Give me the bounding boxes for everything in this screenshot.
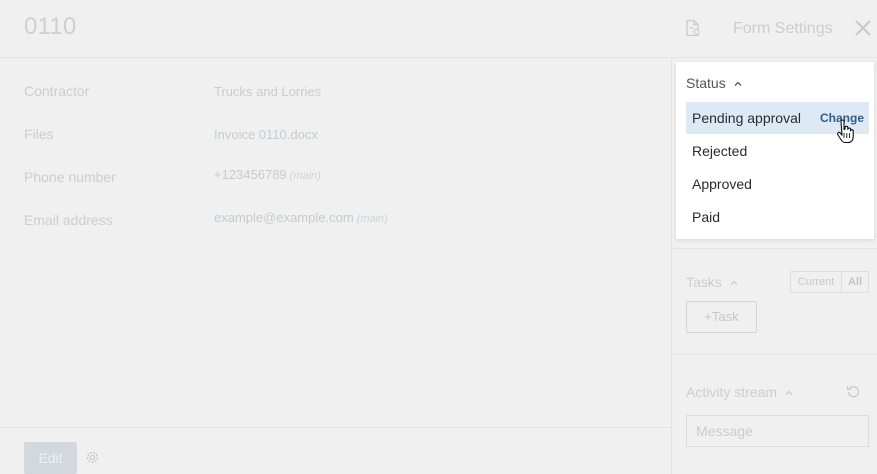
phone-main-tag: (main) — [289, 170, 321, 182]
activity-stream-label: Activity stream — [686, 384, 778, 400]
activity-stream-title[interactable]: Activity stream — [686, 384, 793, 400]
status-header-label: Status — [686, 75, 726, 91]
email-address[interactable]: example@example.com — [214, 210, 354, 225]
status-option-label: Pending approval — [692, 110, 801, 126]
file-link[interactable]: Invoice 0110.docx — [214, 127, 318, 142]
tasks-title[interactable]: Tasks — [686, 274, 738, 290]
close-icon[interactable] — [853, 18, 873, 38]
form-settings-link[interactable]: Form Settings — [733, 20, 833, 38]
hand-cursor-icon — [837, 119, 854, 144]
field-value-contractor: Trucks and Lorries — [214, 84, 322, 99]
tasks-title-label: Tasks — [686, 274, 722, 290]
gear-icon[interactable] — [85, 450, 100, 465]
field-label-phone: Phone number — [24, 169, 116, 185]
status-option-approved[interactable]: Approved — [686, 168, 869, 200]
chevron-up-icon — [734, 81, 742, 87]
panel-divider — [671, 248, 877, 249]
phone-number[interactable]: +123456789 — [214, 167, 287, 182]
field-label-files: Files — [24, 126, 54, 142]
field-label-email: Email address — [24, 212, 113, 228]
edit-button[interactable]: Edit — [24, 442, 77, 474]
bottom-bar — [0, 427, 671, 474]
status-header[interactable]: Status — [686, 75, 742, 91]
add-task-button[interactable]: +Task — [686, 301, 757, 333]
message-input[interactable] — [686, 415, 869, 447]
document-settings-icon[interactable] — [684, 19, 702, 37]
field-label-contractor: Contractor — [24, 83, 90, 99]
undo-icon[interactable] — [845, 384, 861, 400]
tasks-filter-current[interactable]: Current — [790, 271, 842, 293]
phone-value[interactable]: +123456789 (main) — [214, 167, 321, 182]
panel-divider — [671, 354, 877, 355]
tasks-filter-all[interactable]: All — [842, 271, 869, 293]
email-main-tag: (main) — [356, 213, 388, 225]
email-value[interactable]: example@example.com (main) — [214, 210, 388, 225]
chevron-up-icon — [730, 280, 738, 286]
chevron-up-icon — [785, 390, 793, 396]
status-dropdown: Status Pending approval Change Rejected … — [676, 62, 874, 239]
card-header: 0110 Form Settings — [0, 0, 877, 58]
page-title: 0110 — [24, 13, 77, 40]
status-option-paid[interactable]: Paid — [686, 201, 869, 233]
